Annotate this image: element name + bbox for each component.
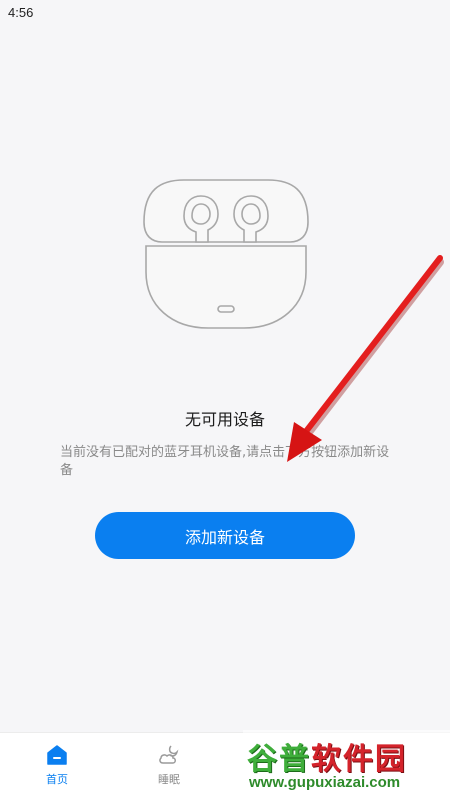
nav-item-sleep[interactable]: 睡眠 bbox=[139, 743, 199, 793]
add-new-device-button[interactable]: 添加新设备 bbox=[95, 512, 355, 559]
nav-label-sleep: 睡眠 bbox=[158, 773, 180, 786]
watermark-title-part2: 软件园 bbox=[311, 742, 407, 777]
watermark-logo: 谷普软件园 www.gupuxiazai.com bbox=[243, 730, 450, 800]
empty-state-description: 当前没有已配对的蓝牙耳机设备,请点击下方按钮添加新设备 bbox=[60, 445, 390, 478]
status-bar: 4:56 bbox=[0, 0, 450, 26]
watermark-title: 谷普软件园 bbox=[247, 734, 407, 778]
watermark-url: www.gupuxiazai.com bbox=[249, 774, 401, 791]
watermark-title-part1: 谷普 bbox=[247, 742, 311, 777]
annotation-arrow-icon bbox=[287, 255, 444, 462]
sleep-weather-icon bbox=[157, 743, 181, 767]
earbuds-case-icon bbox=[140, 172, 312, 334]
home-icon bbox=[45, 743, 69, 767]
empty-state-title: 无可用设备 bbox=[184, 410, 265, 429]
nav-item-home[interactable]: 首页 bbox=[27, 743, 87, 793]
nav-label-home: 首页 bbox=[46, 773, 68, 786]
status-time: 4:56 bbox=[8, 5, 34, 20]
